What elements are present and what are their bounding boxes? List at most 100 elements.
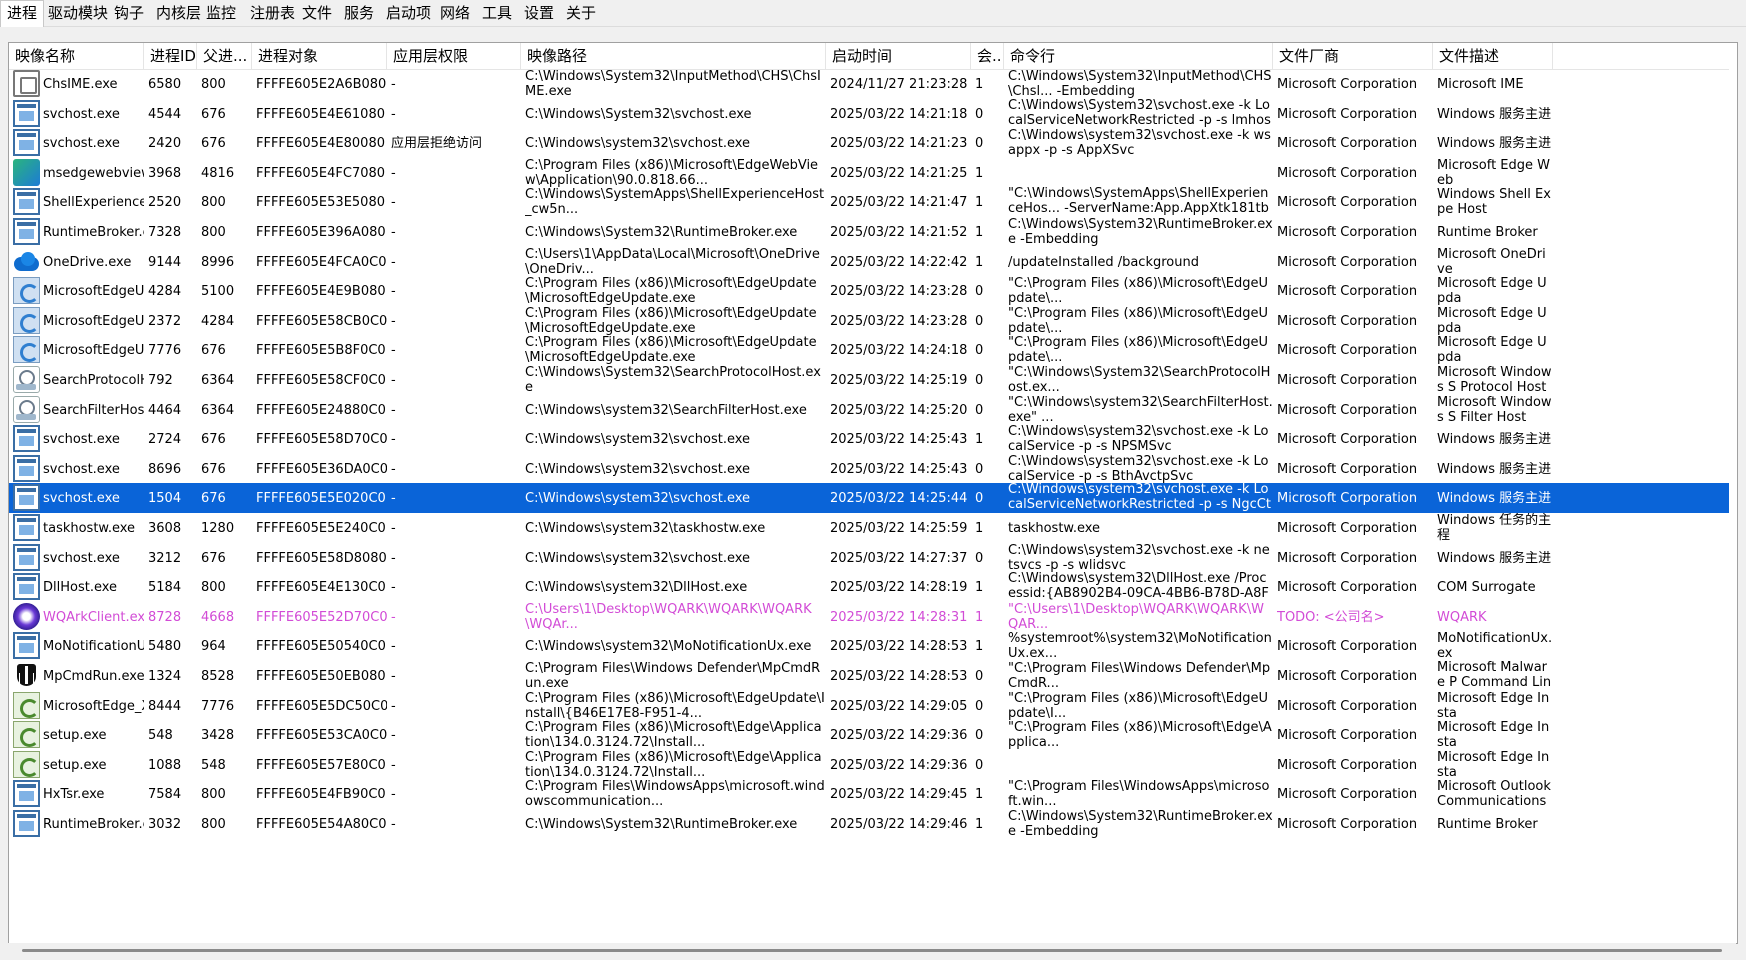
cell-vendor: Microsoft Corporation (1273, 424, 1433, 454)
cell-process-object: FFFFE605E53CA0C0 (252, 720, 387, 750)
menu-item-3[interactable]: 内核层 (150, 0, 207, 26)
text-image-path: C:\Windows\System32\InputMethod\CHS\ChsI… (525, 69, 821, 99)
table-row[interactable]: MicrosoftEdgeU...4284 5100 FFFFE605E4E9B08… (9, 276, 1737, 306)
cell-permission: - (387, 661, 521, 691)
header-col-permission[interactable]: 应用层权限 (387, 43, 521, 69)
table-row[interactable]: ChsIME.exe 6580 800 FFFFE605E2A6B080- C:\Win… (9, 69, 1737, 99)
text-session: 0 (975, 106, 984, 122)
cell-session: 0 (971, 483, 1004, 513)
text-session: 1 (975, 224, 984, 240)
cell-image-path: C:\Windows\SystemApps\ShellExperienceHos… (521, 187, 826, 217)
text-session: 1 (975, 431, 984, 447)
menu-item-10[interactable]: 工具 (476, 0, 518, 26)
menu-item-2[interactable]: 钩子 (108, 0, 150, 26)
cell-permission: - (387, 750, 521, 780)
table-row[interactable]: MicrosoftEdgeU...2372 4284 FFFFE605E58CB0C… (9, 306, 1737, 336)
header-col-description[interactable]: 文件描述 (1433, 43, 1553, 69)
menu-item-11[interactable]: 设置 (518, 0, 560, 26)
cell-description: Microsoft Edge Insta (1433, 750, 1553, 780)
table-row[interactable]: svchost.exe 1504 676 FFFFE605E5E020C0- C:\Wi… (9, 483, 1737, 513)
table-row[interactable]: WQArkClient.exe 8728 4668 FFFFE605E52D70C0-… (9, 602, 1737, 632)
cell-start-time: 2025/03/22 14:25:44 (826, 483, 971, 513)
menu-item-8[interactable]: 启动项 (380, 0, 437, 26)
menu-item-0[interactable]: 进程 (0, 0, 45, 27)
table-row[interactable]: svchost.exe 3212 676 FFFFE605E58D8080- C:\Wi… (9, 543, 1737, 573)
header-col-vendor[interactable]: 文件厂商 (1273, 43, 1433, 69)
text-process-object: FFFFE605E5B8F0C0 (256, 342, 386, 358)
table-row[interactable]: MicrosoftEdgeU...7776 676 FFFFE605E5B8F0C0… (9, 335, 1737, 365)
cell-vendor: Microsoft Corporation (1273, 661, 1433, 691)
text-permission: - (391, 313, 396, 329)
table-row[interactable]: taskhostw.exe 3608 1280 FFFFE605E5E240C0- C:… (9, 513, 1737, 543)
cell-image-name: setup.exe (39, 720, 144, 750)
table-row[interactable]: DllHost.exe 5184 800 FFFFE605E4E130C0- C:\Wi… (9, 572, 1737, 602)
table-row[interactable]: MoNotificationUx...5480 964 FFFFE605E50540… (9, 631, 1737, 661)
cell-image-path: C:\Windows\system32\svchost.exe (521, 454, 826, 484)
menu-item-5[interactable]: 注册表 (244, 0, 301, 26)
text-image-name: WQArkClient.exe (43, 609, 144, 625)
text-start-time: 2025/03/22 14:25:59 (830, 520, 968, 536)
table-row[interactable]: HxTsr.exe 7584 800 FFFFE605E4FB90C0- C:\Prog… (9, 779, 1737, 809)
header-col-session[interactable]: 会... (971, 43, 1004, 69)
cell-ppid: 964 (197, 631, 252, 661)
cell-image-path: C:\Windows\System32\svchost.exe (521, 99, 826, 129)
text-description: Windows 服务主进 (1437, 461, 1552, 477)
table-row[interactable]: MicrosoftEdge_X...8444 7776 FFFFE605E5DC50… (9, 691, 1737, 721)
table-row[interactable]: OneDrive.exe 9144 8996 FFFFE605E4FCA0C0- C:\… (9, 247, 1737, 277)
cell-process-object: FFFFE605E58CB0C0 (252, 306, 387, 336)
cell-vendor: Microsoft Corporation (1273, 631, 1433, 661)
text-ppid: 4816 (201, 165, 235, 181)
menu-item-4[interactable]: 监控 (200, 0, 242, 26)
text-vendor: Microsoft Corporation (1277, 283, 1418, 299)
cell-ppid: 676 (197, 483, 252, 513)
table-row[interactable]: svchost.exe 4544 676 FFFFE605E4E61080- C:\Wi… (9, 99, 1737, 129)
table-row[interactable]: SearchFilterHost...4464 6364 FFFFE605E2488… (9, 395, 1737, 425)
cell-start-time: 2025/03/22 14:21:23 (826, 128, 971, 158)
header-col-image-name[interactable]: 映像名称 (9, 43, 144, 69)
cell-description: Windows 任务的主 程 (1433, 513, 1553, 543)
table-row[interactable]: RuntimeBroker.exe3032 800 FFFFE605E54A80C0… (9, 809, 1737, 839)
table-row[interactable]: svchost.exe 8696 676 FFFFE605E36DA0C0- C:\Wi… (9, 454, 1737, 484)
vertical-scrollbar[interactable] (1729, 69, 1737, 942)
cell-start-time: 2025/03/22 14:29:45 (826, 779, 971, 809)
text-image-name: MicrosoftEdge_X... (43, 698, 144, 714)
table-row[interactable]: MpCmdRun.exe 1324 8528 FFFFE605E50EB080- C:\… (9, 661, 1737, 691)
header-col-pid[interactable]: 进程ID (144, 43, 197, 69)
horizontal-scrollbar[interactable] (8, 943, 1736, 958)
menu-item-12[interactable]: 关于 (560, 0, 602, 26)
text-image-path: C:\Windows\system32\svchost.exe (525, 461, 751, 477)
cell-image-name: HxTsr.exe (39, 779, 144, 809)
table-row[interactable]: msedgewebview...3968 4816 FFFFE605E4FC7080… (9, 158, 1737, 188)
cell-vendor: Microsoft Corporation (1273, 69, 1433, 99)
menu-item-1[interactable]: 驱动模块 (42, 0, 114, 26)
text-session: 1 (975, 165, 984, 181)
table-row[interactable]: setup.exe 1088 548 FFFFE605E57E80C0- C:\Prog… (9, 750, 1737, 780)
cell-session: 1 (971, 217, 1004, 247)
table-row[interactable]: ShellExperience...2520 800 FFFFE605E53E508… (9, 187, 1737, 217)
table-row[interactable]: svchost.exe 2420 676 FFFFE605E4E80080 应用层拒绝访… (9, 128, 1737, 158)
cell-image-path: C:\Windows\system32\DllHost.exe (521, 572, 826, 602)
text-description: Microsoft Edge Upda (1437, 276, 1547, 306)
text-command-line: C:\Windows\system32\svchost.exe -k Local… (1008, 424, 1269, 454)
header-col-process-object[interactable]: 进程对象 (252, 43, 387, 69)
header-col-command-line[interactable]: 命令行 (1004, 43, 1273, 69)
text-vendor: Microsoft Corporation (1277, 727, 1418, 743)
table-row[interactable]: svchost.exe 2724 676 FFFFE605E58D70C0- C:\Wi… (9, 424, 1737, 454)
menu-item-6[interactable]: 文件 (296, 0, 338, 26)
cell-session: 0 (971, 99, 1004, 129)
header-col-start-time[interactable]: 启动时间 (826, 43, 971, 69)
cell-permission: - (387, 809, 521, 839)
menu-item-9[interactable]: 网络 (434, 0, 476, 26)
header-col-ppid[interactable]: 父进... (197, 43, 252, 69)
cell-permission: - (387, 779, 521, 809)
header-col-image-path[interactable]: 映像路径 (521, 43, 826, 69)
horizontal-scrollbar-thumb[interactable] (22, 949, 1722, 952)
table-row[interactable]: RuntimeBroker.exe7328 800 FFFFE605E396A080… (9, 217, 1737, 247)
menu-item-7[interactable]: 服务 (338, 0, 380, 26)
text-process-object: FFFFE605E54A80C0 (256, 816, 387, 832)
table-row[interactable]: setup.exe 548 3428 FFFFE605E53CA0C0- C:\Prog… (9, 720, 1737, 750)
cell-permission: - (387, 454, 521, 484)
cell-ppid: 8528 (197, 661, 252, 691)
table-row[interactable]: SearchProtocolH...792 6364 FFFFE605E58CF0C… (9, 365, 1737, 395)
cell-pid: 8696 (144, 454, 197, 484)
